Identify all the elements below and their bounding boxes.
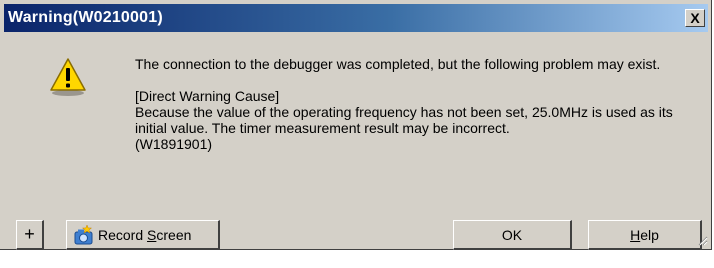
expand-button[interactable]: +	[16, 220, 44, 250]
dialog-title: Warning(W0210001)	[8, 9, 163, 26]
cause-text: Because the value of the operating frequ…	[135, 104, 673, 136]
warning-dialog: Warning(W0210001) X The connection to th…	[0, 0, 712, 250]
camera-icon	[74, 223, 93, 244]
resize-grip-icon[interactable]	[696, 234, 708, 246]
record-screen-button[interactable]: Record Screen	[66, 220, 220, 250]
record-label-suffix: creen	[156, 226, 192, 243]
title-bar[interactable]: Warning(W0210001) X	[4, 4, 708, 32]
record-label-prefix: Record	[98, 226, 148, 243]
ok-label: OK	[501, 226, 523, 243]
ok-button[interactable]: OK	[453, 220, 572, 250]
warning-code: (W1891901)	[135, 136, 213, 152]
plus-label: +	[24, 224, 35, 244]
record-label-accel: S	[147, 226, 157, 243]
close-icon: X	[690, 10, 700, 26]
warning-icon	[50, 58, 86, 96]
help-label-accel: H	[630, 226, 641, 243]
close-button[interactable]: X	[685, 9, 705, 27]
message-area: The connection to the debugger was compl…	[135, 56, 695, 152]
message-intro: The connection to the debugger was compl…	[135, 56, 661, 72]
help-button[interactable]: Help	[588, 220, 702, 250]
cause-header: [Direct Warning Cause]	[135, 88, 280, 104]
help-label-suffix: elp	[640, 226, 659, 243]
